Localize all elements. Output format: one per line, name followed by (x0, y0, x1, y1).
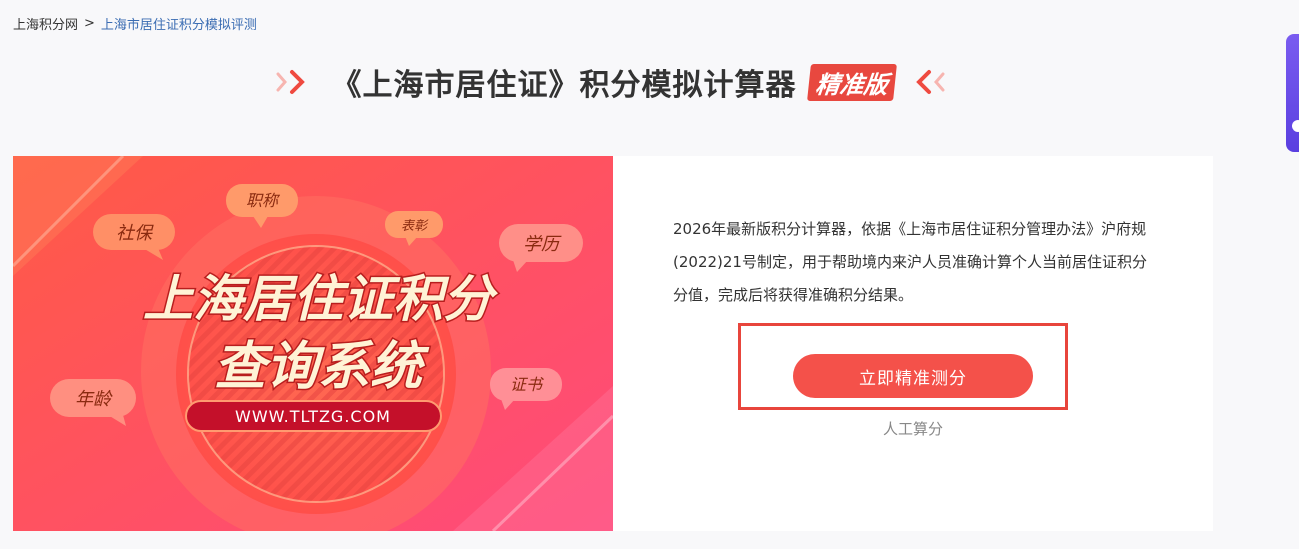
start-precise-test-button[interactable]: 立即精准测分 (793, 354, 1033, 398)
page-title: 《上海市居住证》积分模拟计算器 (331, 68, 797, 103)
bubble-shebao-label: 社保 (116, 223, 154, 244)
breadcrumb-current-page: 上海市居住证积分模拟评测 (100, 18, 257, 33)
precision-edition-badge: 精准版 (806, 63, 897, 101)
bubble-nianling-label: 年龄 (75, 389, 113, 410)
banner-headline-line2: 查询系统 (214, 337, 430, 397)
double-chevron-left-icon (913, 67, 947, 97)
manual-calculation-link[interactable]: 人工算分 (873, 418, 953, 439)
bubble-biaozhang-label: 表彰 (401, 218, 429, 234)
floating-side-widget[interactable] (1286, 34, 1299, 152)
breadcrumb-home-link[interactable]: 上海积分网 (13, 14, 78, 33)
widget-dot-icon (1292, 120, 1299, 132)
page-header: 《上海市居住证》积分模拟计算器 精准版 (0, 60, 1220, 104)
bubble-zhicheng-label: 职称 (246, 191, 281, 210)
double-chevron-right-icon (274, 67, 308, 97)
banner-url: WWW.TLTZG.COM (235, 407, 391, 426)
promo-banner: 社保 职称 表彰 学历 年龄 证书 上海居住证积分 查询系统 WWW.TLTZG… (13, 156, 613, 531)
bubble-xueli-label: 学历 (523, 234, 562, 255)
breadcrumb-separator: > (84, 16, 95, 31)
bubble-zhengshu-label: 证书 (510, 375, 544, 394)
banner-headline-line1: 上海居住证积分 (143, 270, 499, 328)
breadcrumb: 上海积分网 > 上海市居住证积分模拟评测 (13, 14, 257, 33)
calculator-intro-card: 社保 职称 表彰 学历 年龄 证书 上海居住证积分 查询系统 WWW.TLTZG… (13, 156, 1213, 531)
calculator-description: 2026年最新版积分计算器，依据《上海市居住证积分管理办法》沪府规(2022)2… (673, 220, 1147, 304)
